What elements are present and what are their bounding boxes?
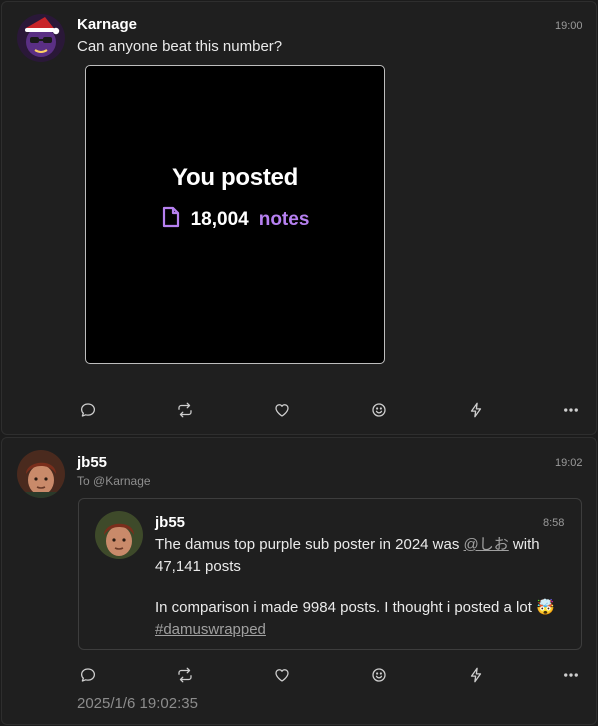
quoted-author-name[interactable]: jb55 (155, 514, 185, 531)
author-name[interactable]: jb55 (77, 454, 107, 471)
repost-icon[interactable] (174, 399, 196, 421)
author-name[interactable]: Karnage (77, 16, 137, 33)
exploding-head-emoji: 🤯 (536, 599, 555, 616)
repost-icon[interactable] (174, 664, 196, 686)
quoted-timestamp: 8:58 (543, 517, 565, 529)
timestamp: 19:02 (555, 457, 583, 469)
like-icon[interactable] (271, 664, 293, 686)
reply-icon[interactable] (77, 399, 99, 421)
note-full-timestamp: 2025/1/6 19:02:35 (77, 695, 198, 712)
more-icon[interactable] (560, 664, 582, 686)
image-count: 18,004 (190, 209, 249, 230)
avatar-karnage[interactable] (17, 14, 65, 62)
quoted-text: with (508, 536, 540, 553)
react-icon[interactable] (368, 664, 390, 686)
quoted-text: The damus top purple sub poster in 2024 … (155, 536, 464, 553)
quoted-note[interactable]: jb55 8:58 The damus top purple sub poste… (78, 498, 582, 650)
react-icon[interactable] (368, 399, 390, 421)
zap-icon[interactable] (465, 399, 487, 421)
note-card-jb55[interactable]: jb55 19:02 To @Karnage jb55 8:58 The dam… (1, 437, 597, 725)
zap-icon[interactable] (465, 664, 487, 686)
action-bar (2, 399, 596, 423)
quoted-line-3: In comparison i made 9984 posts. I thoug… (155, 597, 575, 619)
quoted-line-1: The damus top purple sub poster in 2024 … (155, 534, 575, 556)
image-unit: notes (258, 209, 310, 230)
image-headline: You posted (172, 164, 298, 191)
action-bar (2, 664, 596, 688)
mention-link[interactable]: @しお (464, 536, 509, 553)
quoted-text: In comparison i made 9984 posts. I thoug… (155, 599, 532, 616)
note-content: Can anyone beat this number? (77, 38, 283, 55)
reply-icon[interactable] (77, 664, 99, 686)
quoted-line-2: 47,141 posts (155, 558, 241, 575)
hashtag-link[interactable]: #damuswrapped (155, 621, 266, 638)
reply-to-label[interactable]: To @Karnage (77, 474, 151, 488)
more-icon[interactable] (560, 399, 582, 421)
note-image[interactable]: You posted 18,004 notes (85, 65, 385, 364)
timestamp: 19:00 (555, 20, 583, 32)
image-stat: 18,004 notes (86, 206, 384, 234)
like-icon[interactable] (271, 399, 293, 421)
avatar-jb55-quoted[interactable] (95, 511, 143, 559)
avatar-jb55[interactable] (17, 450, 65, 498)
document-icon (161, 206, 181, 234)
note-card-karnage[interactable]: Karnage 19:00 Can anyone beat this numbe… (1, 1, 597, 435)
quoted-content: The damus top purple sub poster in 2024 … (155, 534, 575, 641)
